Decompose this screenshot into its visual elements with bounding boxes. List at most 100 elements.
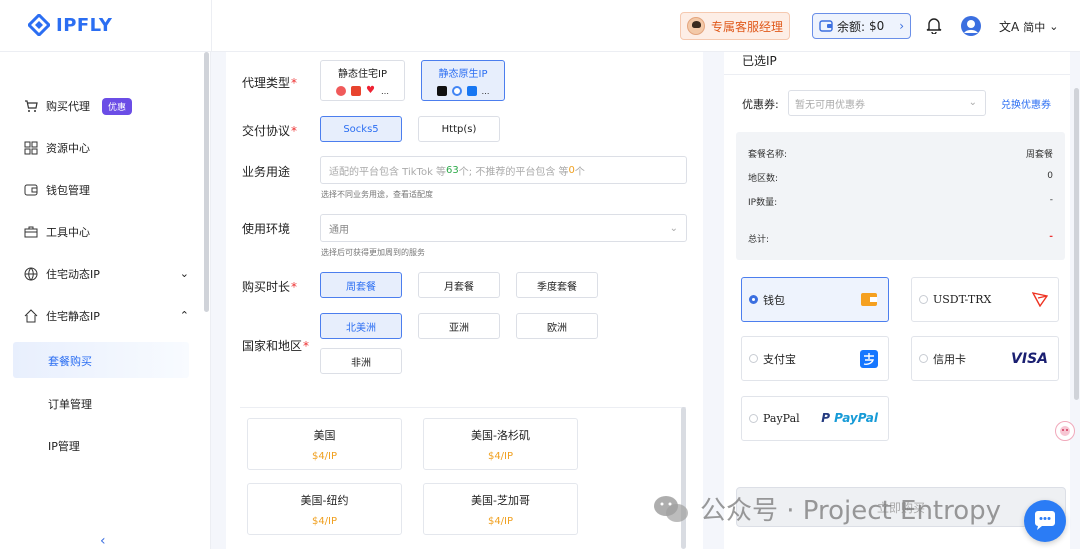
option-monthly[interactable]: 月套餐 bbox=[418, 272, 500, 298]
visa-icon: VISA bbox=[1011, 351, 1048, 367]
ipfly-logo-icon bbox=[28, 14, 50, 36]
selected-ip-title: 已选IP bbox=[742, 54, 777, 68]
manager-label: 专属客服经理 bbox=[711, 19, 784, 34]
proxy-type-label: 代理类型* bbox=[242, 76, 298, 90]
sidebar-subitem-label: 套餐购买 bbox=[48, 355, 92, 368]
order-panel-scrollbar[interactable] bbox=[1074, 88, 1079, 400]
sidebar-item-wallet[interactable]: 钱包管理 bbox=[24, 180, 189, 200]
environment-label: 使用环境 bbox=[242, 222, 291, 236]
sidebar-scrollbar[interactable] bbox=[204, 52, 209, 312]
language-selector[interactable]: 文A 简中 ⌄ bbox=[999, 18, 1058, 35]
location-name: 美国 bbox=[313, 428, 336, 442]
google-icon bbox=[451, 86, 462, 96]
sidebar bbox=[0, 52, 211, 549]
promo-badge: 优惠 bbox=[102, 97, 133, 115]
toolbox-icon bbox=[24, 226, 38, 238]
payment-wallet[interactable]: 钱包 bbox=[741, 277, 889, 322]
coupon-select[interactable]: 暂无可用优惠券 ⌄ bbox=[788, 90, 986, 116]
sidebar-subitem-orders[interactable]: 订单管理 bbox=[48, 396, 92, 412]
location-card[interactable]: 美国-芝加哥 $4/IP bbox=[423, 483, 578, 535]
account-manager-button[interactable]: 专属客服经理 bbox=[680, 12, 790, 40]
alipay-icon bbox=[860, 350, 878, 368]
sidebar-subitem-package-purchase[interactable]: 套餐购买 bbox=[13, 342, 189, 378]
purchase-form: 代理类型* 静态住宅IP ♥ … 静态原生IP … 交付协议* Socks5 H… bbox=[226, 52, 703, 549]
region-label: 国家和地区* bbox=[242, 339, 310, 353]
top-bar: IPFLY 专属客服经理 余额: $0 › 文A 简中 ⌄ bbox=[0, 0, 1080, 52]
platform-icons: … bbox=[436, 86, 490, 96]
payment-label: 钱包 bbox=[763, 293, 785, 307]
option-europe[interactable]: 欧洲 bbox=[516, 313, 598, 339]
summary-total: 总计: - bbox=[748, 232, 1053, 245]
sidebar-item-tools[interactable]: 工具中心 bbox=[24, 222, 189, 242]
more-icon: … bbox=[381, 86, 389, 96]
payment-alipay[interactable]: 支付宝 bbox=[741, 336, 889, 381]
payment-credit-card[interactable]: 信用卡 VISA bbox=[911, 336, 1059, 381]
tiktok-icon bbox=[436, 86, 447, 96]
chevron-down-icon: ⌄ bbox=[968, 97, 977, 108]
balance-label: 余额: bbox=[837, 19, 866, 34]
assistant-icon[interactable] bbox=[1055, 421, 1075, 441]
collapse-sidebar-icon[interactable]: ‹ bbox=[100, 533, 106, 549]
user-avatar-icon[interactable] bbox=[960, 15, 982, 37]
location-card[interactable]: 美国-洛杉矶 $4/IP bbox=[423, 418, 578, 470]
option-africa[interactable]: 非洲 bbox=[320, 348, 402, 374]
usage-placeholder: 适配的平台包含 TikTok 等 bbox=[329, 166, 447, 178]
option-quarterly[interactable]: 季度套餐 bbox=[516, 272, 598, 298]
manager-avatar-icon bbox=[687, 17, 705, 35]
environment-select[interactable]: 通用 ⌄ bbox=[320, 214, 687, 242]
balance-button[interactable]: 余额: $0 › bbox=[812, 13, 911, 39]
chevron-right-icon: › bbox=[899, 19, 904, 33]
sidebar-item-label: 住宅静态IP bbox=[46, 310, 100, 323]
option-static-native-ip[interactable]: 静态原生IP … bbox=[421, 60, 505, 101]
option-asia[interactable]: 亚洲 bbox=[418, 313, 500, 339]
sidebar-item-dynamic-residential[interactable]: 住宅动态IP ⌄ bbox=[24, 264, 189, 284]
tron-icon bbox=[1032, 292, 1048, 307]
option-socks5[interactable]: Socks5 bbox=[320, 116, 402, 142]
logo[interactable]: IPFLY bbox=[28, 14, 112, 36]
chevron-down-icon: ⌄ bbox=[1049, 20, 1059, 33]
sidebar-item-label: 购买代理 bbox=[46, 100, 90, 113]
sidebar-item-label: 资源中心 bbox=[46, 142, 90, 155]
option-weekly[interactable]: 周套餐 bbox=[320, 272, 402, 298]
balance-value: $0 bbox=[869, 19, 885, 33]
usage-select[interactable]: 适配的平台包含 TikTok 等 63 个; 不推荐的平台包含 等 0个 bbox=[320, 156, 687, 184]
cart-icon bbox=[25, 100, 38, 112]
sidebar-item-static-residential[interactable]: 住宅静态IP ⌃ bbox=[24, 306, 189, 326]
wechat-icon bbox=[654, 495, 688, 522]
payment-label: USDT-TRX bbox=[933, 293, 992, 306]
brand-name: IPFLY bbox=[56, 14, 113, 36]
sidebar-item-resources[interactable]: 资源中心 bbox=[24, 138, 189, 158]
platform-icon bbox=[336, 86, 346, 96]
option-north-america[interactable]: 北美洲 bbox=[320, 313, 402, 339]
usage-hint: 选择不同业务用途，查看适配度 bbox=[321, 190, 433, 199]
environment-value: 通用 bbox=[329, 224, 349, 236]
locations-scrollbar[interactable] bbox=[681, 407, 686, 549]
payment-label: 信用卡 bbox=[933, 352, 966, 366]
redeem-coupon-link[interactable]: 兑换优惠券 bbox=[1001, 96, 1051, 111]
option-static-residential-ip[interactable]: 静态住宅IP ♥ … bbox=[320, 60, 405, 101]
chat-support-button[interactable] bbox=[1024, 500, 1066, 542]
location-name: 美国-洛杉矶 bbox=[471, 428, 530, 442]
option-https[interactable]: Http(s) bbox=[418, 116, 500, 142]
sidebar-item-buy-proxy[interactable]: 购买代理 优惠 bbox=[24, 96, 189, 116]
option-label: 静态原生IP bbox=[438, 69, 488, 80]
location-card[interactable]: 美国-纽约 $4/IP bbox=[247, 483, 402, 535]
coupon-label: 优惠券: bbox=[742, 98, 779, 111]
payment-paypal[interactable]: PayPal P PayPal bbox=[741, 396, 889, 441]
language-label: 简中 bbox=[1023, 20, 1046, 34]
bell-icon[interactable] bbox=[926, 16, 942, 34]
section-divider bbox=[240, 407, 686, 408]
usage-label: 业务用途 bbox=[242, 165, 291, 179]
location-name: 美国-纽约 bbox=[300, 493, 349, 507]
chevron-down-icon: ⌄ bbox=[669, 222, 678, 234]
order-panel: 已选IP 优惠券: 暂无可用优惠券 ⌄ 兑换优惠券 套餐名称: 周套餐 地区数: 0… bbox=[724, 52, 1070, 549]
sidebar-item-label: 工具中心 bbox=[46, 226, 90, 239]
globe-icon bbox=[24, 267, 38, 281]
home-icon bbox=[24, 309, 38, 323]
usage-count-supported: 63 bbox=[446, 164, 459, 176]
location-card[interactable]: 美国 $4/IP bbox=[247, 418, 402, 470]
usage-placeholder: 个 bbox=[574, 166, 585, 178]
payment-usdt-trx[interactable]: USDT-TRX bbox=[911, 277, 1059, 322]
sidebar-subitem-ip-management[interactable]: IP管理 bbox=[48, 438, 80, 454]
chat-icon bbox=[1035, 511, 1055, 530]
